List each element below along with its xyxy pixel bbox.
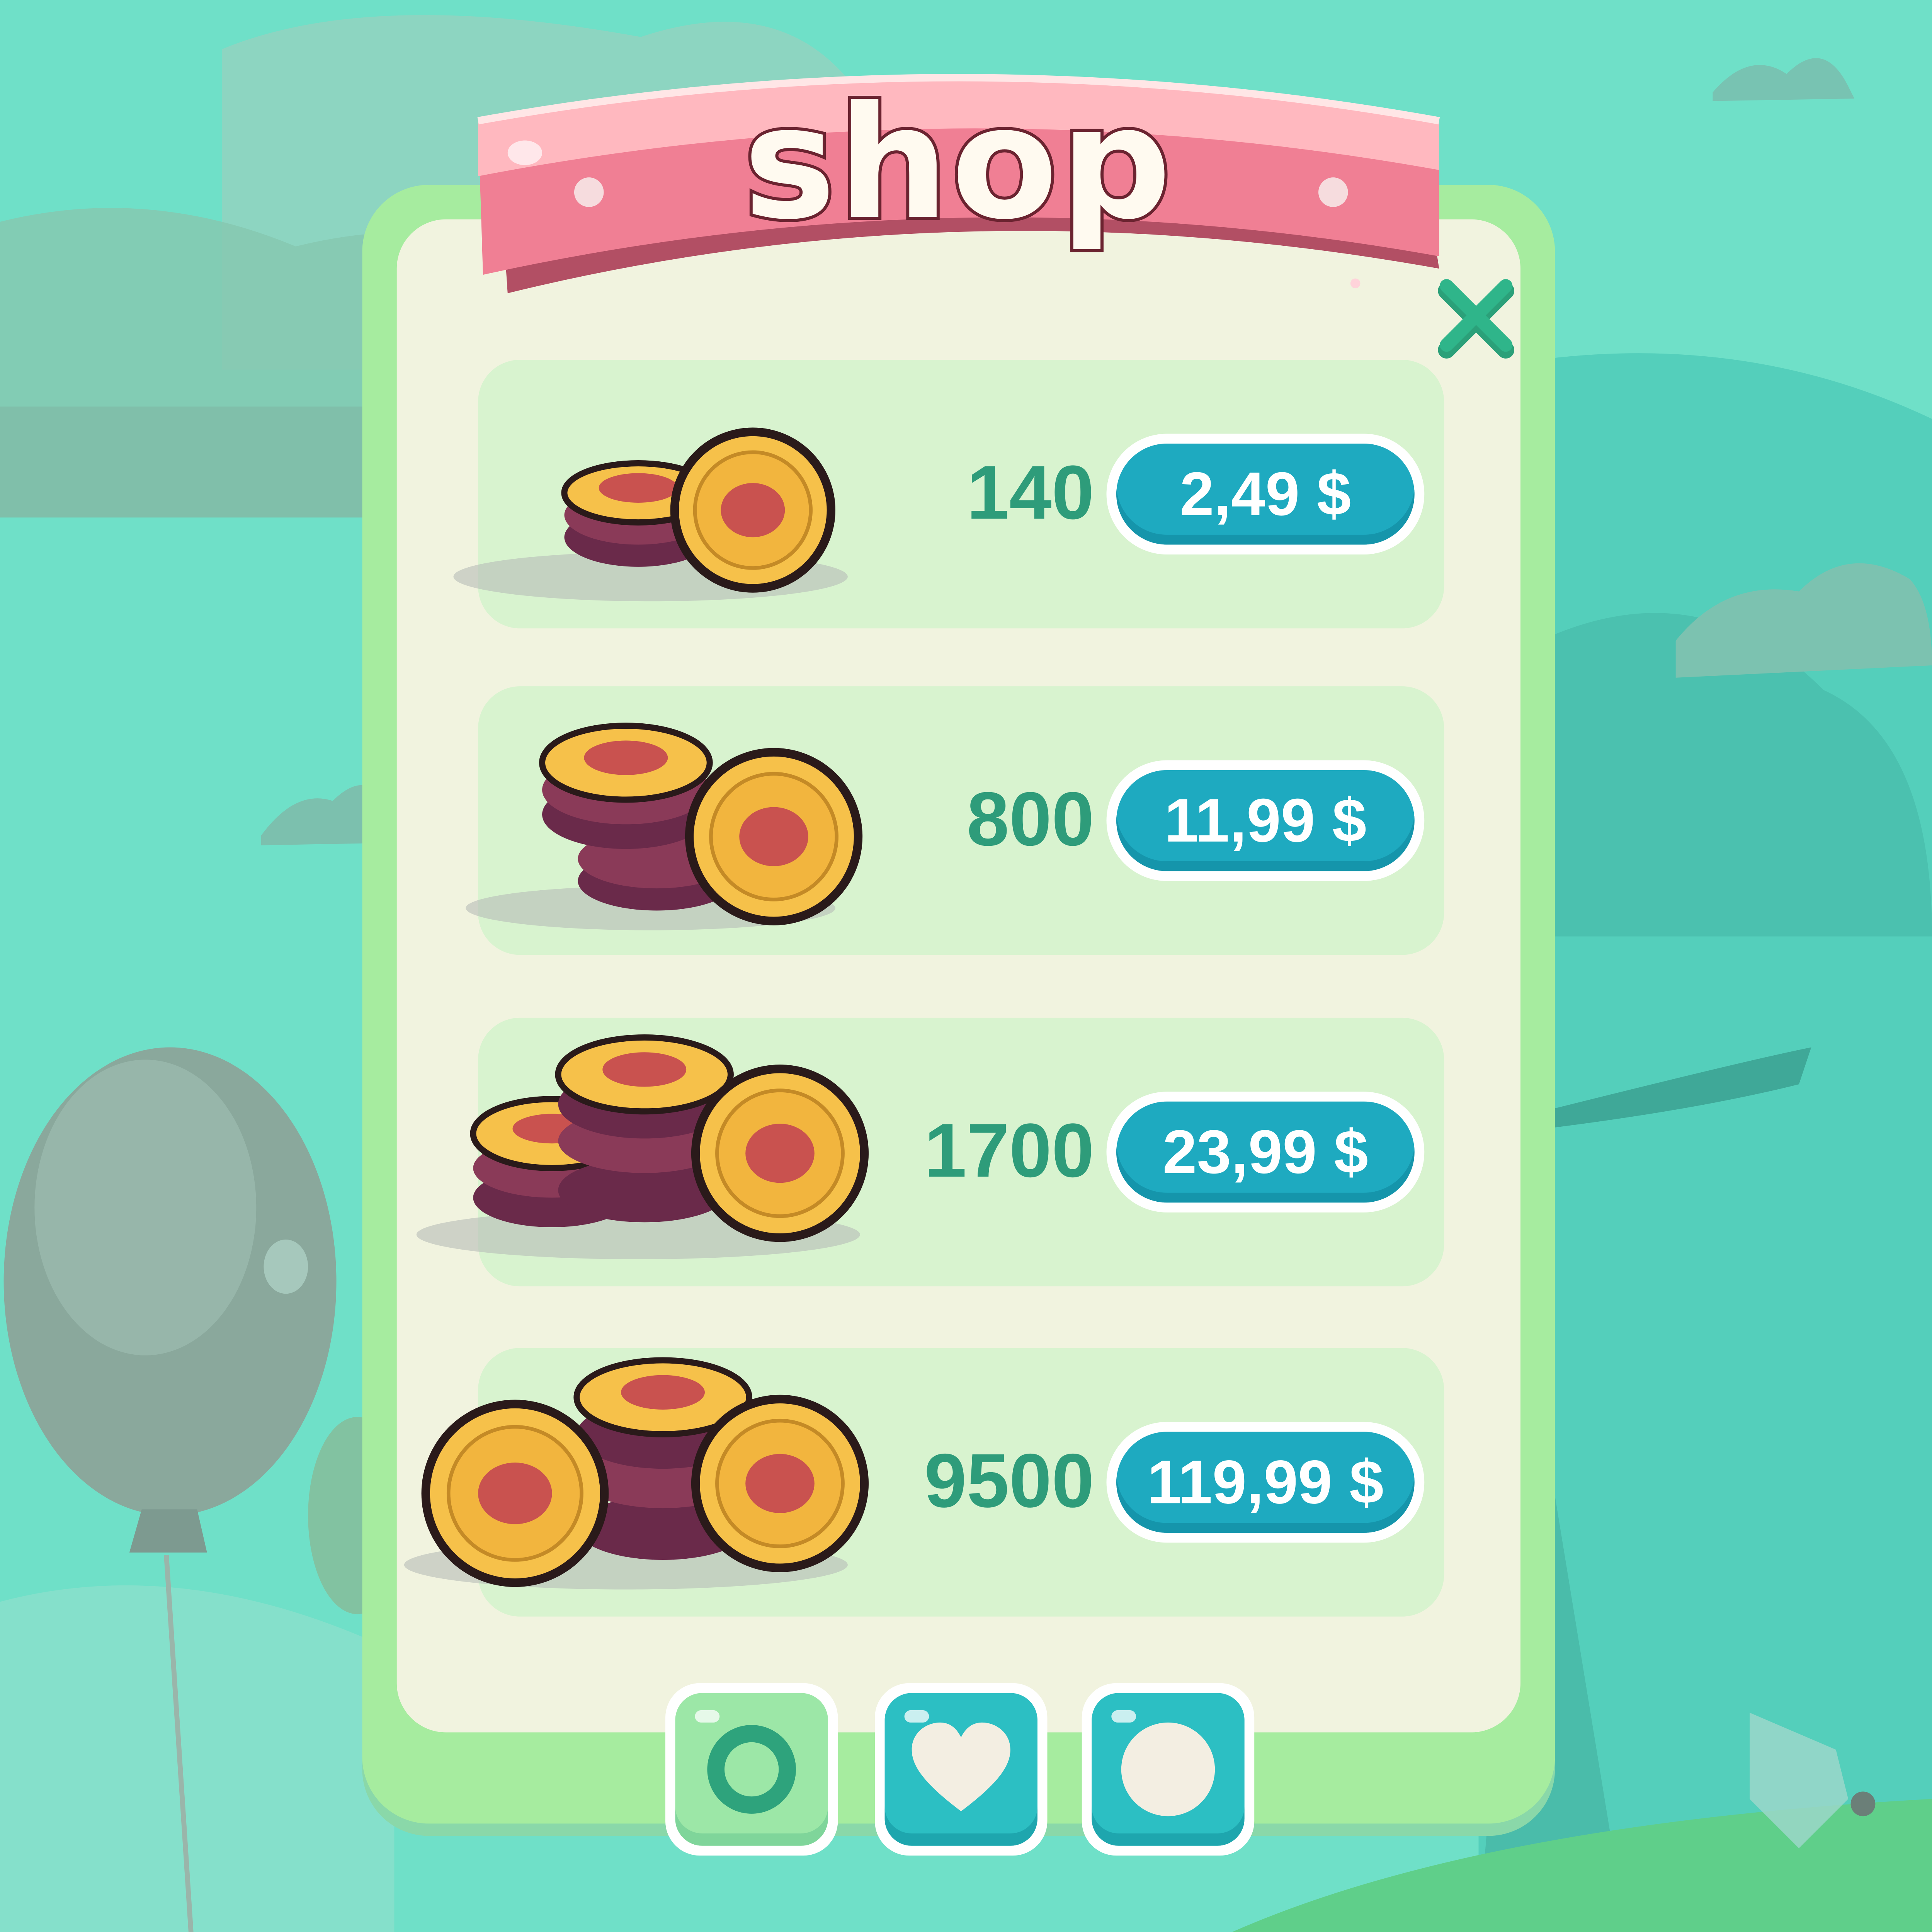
buy-button[interactable]: 23,99 $ [1106, 1092, 1425, 1213]
buy-button[interactable]: 119,99 $ [1106, 1422, 1425, 1543]
price-label: 2,49 $ [1180, 459, 1351, 529]
shop-title: shop [740, 70, 1175, 257]
button-shine [1111, 1710, 1136, 1723]
coin-amount: 800 [966, 777, 1094, 863]
price-label: 119,99 $ [1147, 1447, 1384, 1517]
offer-card: 9500 119,99 $ [404, 1348, 1444, 1617]
offer-card: 800 11,99 $ [466, 686, 1444, 955]
coin-amount: 140 [966, 451, 1094, 536]
offer-card: 1700 23,99 $ [416, 1017, 1444, 1287]
offer-card: 140 2,49 $ [453, 360, 1444, 629]
circle-button-face [1092, 1693, 1245, 1846]
circle-button[interactable] [1082, 1683, 1255, 1856]
buy-button-face: 2,49 $ [1116, 443, 1415, 545]
coin-amount: 1700 [924, 1109, 1094, 1194]
price-label: 11,99 $ [1164, 786, 1367, 855]
buy-button[interactable]: 11,99 $ [1106, 760, 1425, 881]
buy-button-face: 119,99 $ [1116, 1432, 1415, 1533]
buy-button-face: 23,99 $ [1116, 1101, 1415, 1203]
button-shine [904, 1710, 929, 1723]
heart-button-face [884, 1693, 1037, 1846]
shop-dialog: shop 140 2,49 $ 800 11,99 $ 1700 23,99 $… [0, 0, 1932, 1932]
button-shine [695, 1710, 720, 1723]
buy-button-face: 11,99 $ [1116, 770, 1415, 871]
coin-amount: 9500 [924, 1439, 1094, 1524]
ring-button-face [675, 1693, 828, 1846]
game-scene: shop 140 2,49 $ 800 11,99 $ 1700 23,99 $… [0, 0, 1932, 1932]
close-x-icon[interactable] [1437, 279, 1518, 360]
ring-button[interactable] [665, 1683, 838, 1856]
heart-button[interactable] [875, 1683, 1048, 1856]
buy-button[interactable]: 2,49 $ [1106, 434, 1425, 554]
price-label: 23,99 $ [1162, 1117, 1368, 1187]
